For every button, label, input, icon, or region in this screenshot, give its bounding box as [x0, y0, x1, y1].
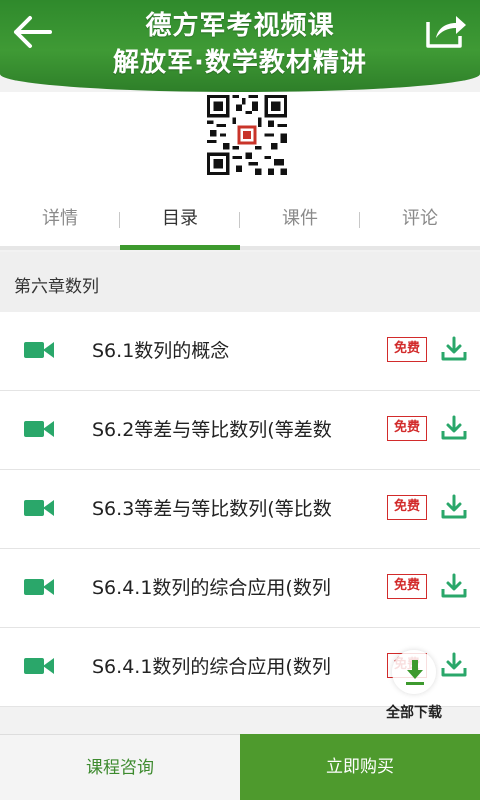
tab-bar: 详情 目录 课件 评论	[0, 192, 480, 250]
lesson-row[interactable]: S6.4.1数列的综合应用(数列 免费	[0, 549, 480, 628]
bottom-bar: 课程咨询 立即购买	[0, 734, 480, 800]
lesson-row[interactable]: S6.1数列的概念 免费	[0, 312, 480, 391]
tab-details[interactable]: 详情	[0, 192, 120, 246]
free-badge: 免费	[387, 337, 427, 362]
video-camera-icon	[24, 579, 54, 595]
tab-courseware[interactable]: 课件	[240, 192, 360, 246]
free-badge: 免费	[387, 574, 427, 599]
app-header: 德方军考视频课 解放军·数学教材精讲	[0, 0, 480, 92]
course-subtitle: 解放军·数学教材精讲	[113, 48, 367, 78]
qr-code-icon	[207, 95, 287, 175]
chapter-header: 第六章数列	[0, 252, 480, 312]
lesson-title: S6.4.1数列的综合应用(数列	[92, 656, 331, 678]
video-camera-icon	[24, 658, 54, 674]
free-badge: 免费	[387, 495, 427, 520]
free-badge: 免费	[387, 416, 427, 441]
lesson-list: S6.1数列的概念 免费 S6.2等差与等比数列(等差数 免费 S6.3等差与等…	[0, 312, 480, 707]
lesson-title: S6.2等差与等比数列(等差数	[92, 419, 332, 441]
chapter-title: 第六章数列	[14, 277, 99, 297]
download-icon[interactable]	[441, 494, 467, 520]
arrow-left-icon[interactable]	[10, 12, 56, 52]
consult-button[interactable]: 课程咨询	[0, 734, 240, 800]
buy-now-button[interactable]: 立即购买	[240, 734, 480, 800]
download-icon[interactable]	[441, 336, 467, 362]
qr-section	[0, 92, 480, 192]
share-icon[interactable]	[424, 10, 468, 50]
tab-catalog[interactable]: 目录	[120, 192, 240, 250]
video-camera-icon	[24, 500, 54, 516]
lesson-row[interactable]: S6.2等差与等比数列(等差数 免费	[0, 391, 480, 470]
download-icon[interactable]	[441, 415, 467, 441]
course-title: 德方军考视频课	[145, 11, 335, 41]
video-camera-icon	[24, 421, 54, 437]
lesson-title: S6.4.1数列的综合应用(数列	[92, 577, 331, 599]
download-all-button[interactable]: 全部下载	[378, 650, 450, 724]
lesson-title: S6.1数列的概念	[92, 340, 230, 362]
video-camera-icon	[24, 342, 54, 358]
lesson-row[interactable]: S6.3等差与等比数列(等比数 免费	[0, 470, 480, 549]
lesson-title: S6.3等差与等比数列(等比数	[92, 498, 332, 520]
download-arrow-icon	[406, 660, 424, 685]
download-icon[interactable]	[441, 573, 467, 599]
download-all-label: 全部下载	[386, 705, 442, 721]
tab-comments[interactable]: 评论	[360, 192, 480, 246]
